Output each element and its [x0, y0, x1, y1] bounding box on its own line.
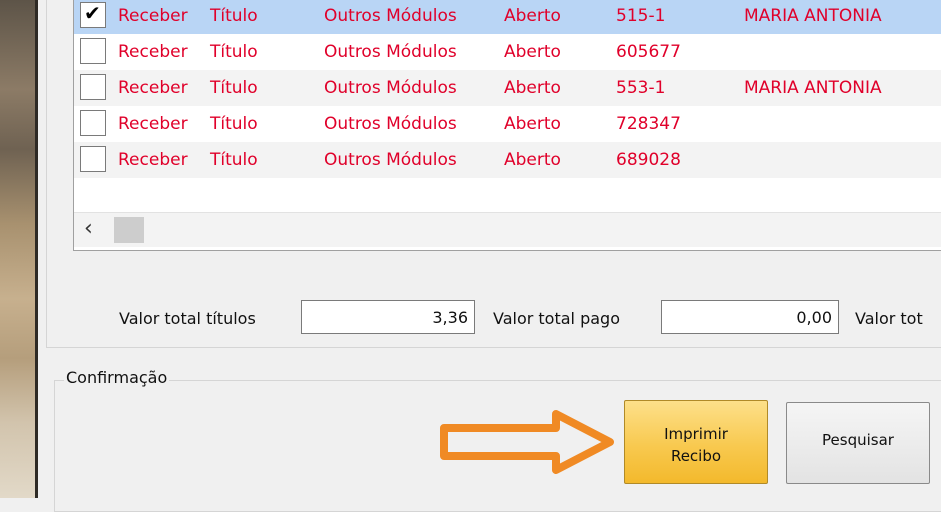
kind-cell: Título [210, 114, 258, 134]
confirmation-legend: Confirmação [64, 368, 170, 387]
print-receipt-button[interactable]: Imprimir Recibo [624, 400, 768, 484]
type-cell: Receber [118, 42, 188, 62]
print-button-line2: Recibo [670, 447, 722, 465]
kind-cell: Título [210, 78, 258, 98]
titles-grid: Receber Título Outros Módulos Aberto 515… [73, 0, 941, 251]
total-titles-field[interactable]: 3,36 [301, 300, 475, 334]
kind-cell: Título [210, 6, 258, 26]
search-button[interactable]: Pesquisar [786, 402, 930, 484]
table-row[interactable]: Receber Título Outros Módulos Aberto 515… [74, 0, 941, 34]
status-cell: Aberto [504, 150, 561, 170]
print-button-line1: Imprimir [664, 425, 728, 443]
type-cell: Receber [118, 78, 188, 98]
row-checkbox[interactable] [80, 110, 106, 136]
doc-cell: 605677 [616, 42, 681, 62]
total-third-label: Valor tot [855, 309, 923, 328]
row-checkbox[interactable] [80, 1, 106, 28]
total-titles-label: Valor total títulos [119, 309, 256, 328]
type-cell: Receber [118, 150, 188, 170]
client-cell: MARIA ANTONIA [744, 78, 882, 98]
table-row[interactable]: Receber Título Outros Módulos Aberto 728… [74, 106, 941, 142]
total-paid-field[interactable]: 0,00 [661, 300, 839, 334]
doc-cell: 728347 [616, 114, 681, 134]
table-row[interactable]: Receber Título Outros Módulos Aberto 689… [74, 142, 941, 178]
chevron-left-icon[interactable]: ‹ [84, 216, 93, 241]
doc-cell: 515-1 [616, 6, 666, 26]
scrollbar-thumb[interactable] [114, 217, 144, 243]
doc-cell: 689028 [616, 150, 681, 170]
origin-cell: Outros Módulos [324, 6, 457, 26]
background-image-strip [0, 0, 38, 498]
client-cell: MARIA ANTONIA [744, 6, 882, 26]
total-paid-label: Valor total pago [493, 309, 620, 328]
type-cell: Receber [118, 114, 188, 134]
status-cell: Aberto [504, 6, 561, 26]
origin-cell: Outros Módulos [324, 42, 457, 62]
kind-cell: Título [210, 150, 258, 170]
horizontal-scrollbar[interactable]: ‹ [74, 212, 941, 247]
kind-cell: Título [210, 42, 258, 62]
results-group: Receber Título Outros Módulos Aberto 515… [46, 0, 941, 348]
origin-cell: Outros Módulos [324, 150, 457, 170]
row-checkbox[interactable] [80, 146, 106, 172]
doc-cell: 553-1 [616, 78, 666, 98]
row-checkbox[interactable] [80, 74, 106, 100]
table-row[interactable]: Receber Título Outros Módulos Aberto 605… [74, 34, 941, 70]
table-row[interactable]: Receber Título Outros Módulos Aberto 553… [74, 70, 941, 106]
row-checkbox[interactable] [80, 38, 106, 64]
annotation-arrow-icon [440, 410, 614, 474]
main-window: Receber Título Outros Módulos Aberto 515… [38, 0, 941, 512]
type-cell: Receber [118, 6, 188, 26]
origin-cell: Outros Módulos [324, 78, 457, 98]
status-cell: Aberto [504, 42, 561, 62]
status-cell: Aberto [504, 78, 561, 98]
origin-cell: Outros Módulos [324, 114, 457, 134]
status-cell: Aberto [504, 114, 561, 134]
